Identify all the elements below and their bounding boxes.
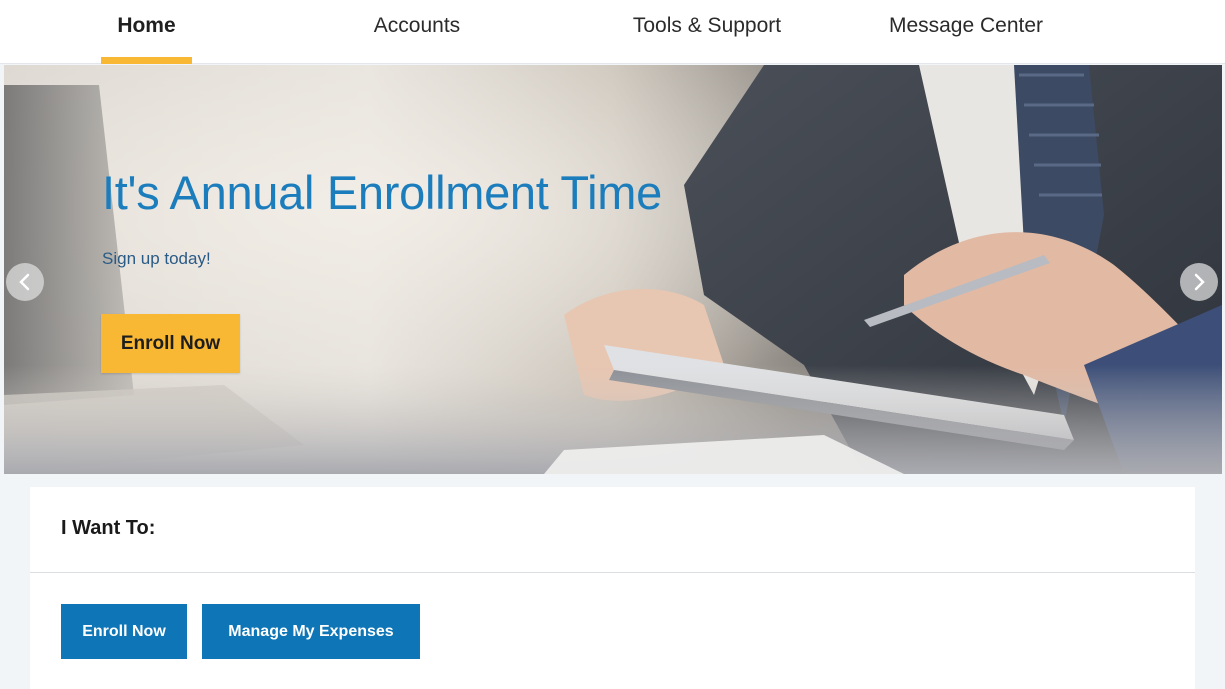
hero-subtitle: Sign up today! — [102, 249, 211, 268]
tab-accounts[interactable]: Accounts — [356, 0, 478, 64]
hero-carousel: It's Annual Enrollment Time Sign up toda… — [4, 65, 1222, 474]
enroll-now-button[interactable]: Enroll Now — [61, 604, 187, 659]
tab-message-center[interactable]: Message Center — [866, 0, 1066, 64]
tab-home[interactable]: Home — [101, 0, 192, 64]
chevron-right-icon — [1194, 273, 1205, 291]
chevron-left-icon — [19, 273, 30, 291]
hero-title: It's Annual Enrollment Time — [102, 166, 662, 219]
manage-expenses-button[interactable]: Manage My Expenses — [202, 604, 420, 659]
active-tab-indicator — [101, 57, 192, 64]
hero-background-image — [4, 65, 1222, 474]
carousel-next-button[interactable] — [1180, 263, 1218, 301]
quick-actions-card: I Want To: Enroll Now Manage My Expenses — [30, 487, 1195, 689]
tab-tools-support[interactable]: Tools & Support — [607, 0, 807, 64]
carousel-prev-button[interactable] — [6, 263, 44, 301]
divider — [30, 572, 1195, 573]
quick-actions-heading: I Want To: — [61, 517, 156, 539]
page: Home Accounts Tools & Support Message Ce… — [0, 0, 1225, 689]
top-navigation: Home Accounts Tools & Support Message Ce… — [0, 0, 1225, 64]
hero-enroll-button[interactable]: Enroll Now — [101, 314, 240, 373]
